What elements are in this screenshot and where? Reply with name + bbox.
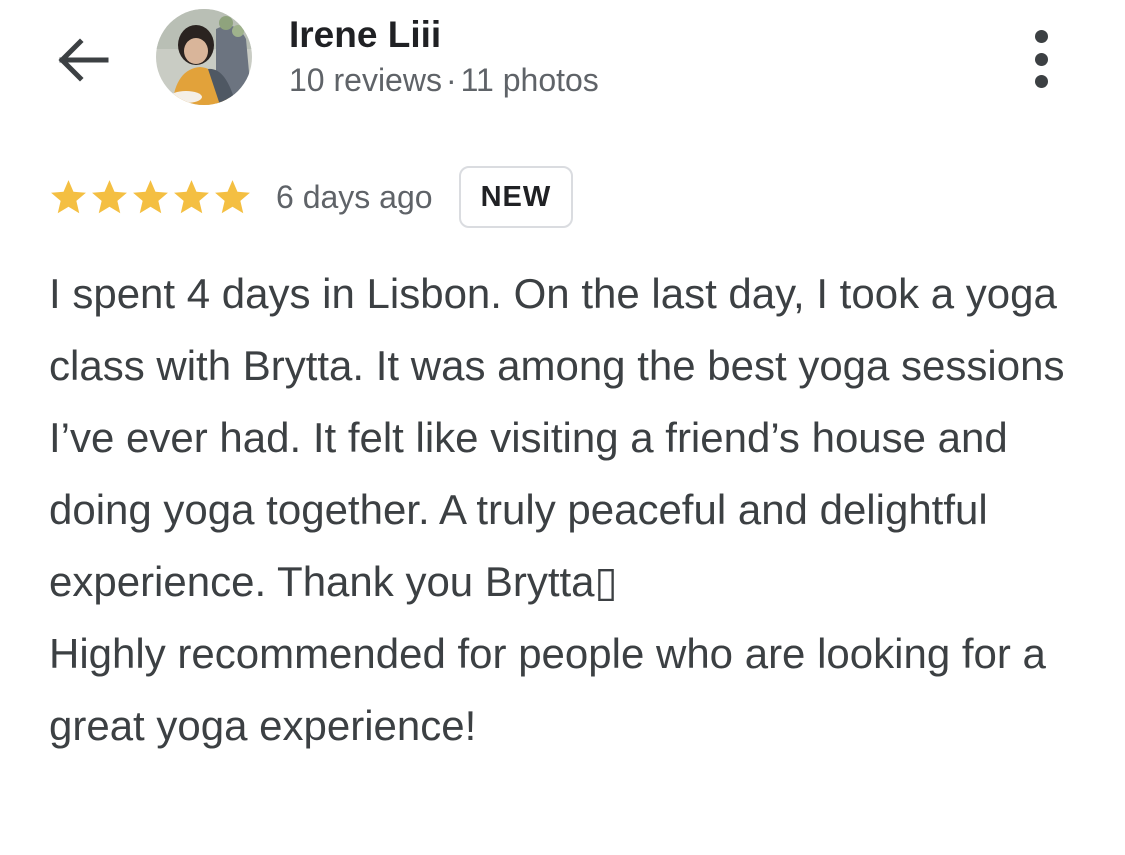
meta-separator: ·	[445, 62, 457, 98]
photo-count: 11 photos	[460, 62, 599, 98]
reviewer-meta: 10 reviews · 11 photos	[289, 62, 599, 99]
star-icon	[51, 179, 86, 213]
reviewer-name[interactable]: Irene Liii	[289, 14, 441, 56]
star-icon	[133, 179, 168, 213]
review-header: Irene Liii 10 reviews · 11 photos	[0, 0, 1125, 130]
arrow-back-icon	[58, 38, 109, 82]
more-vert-icon	[1034, 30, 1048, 43]
review-text: I spent 4 days in Lisbon. On the last da…	[49, 258, 1089, 762]
back-button[interactable]	[54, 30, 114, 90]
review-paragraph: Highly recommended for people who are lo…	[49, 630, 1058, 749]
rating-row: 6 days ago NEW	[48, 164, 574, 230]
star-rating	[48, 177, 253, 218]
star-icon	[92, 179, 127, 213]
review-paragraph: I spent 4 days in Lisbon. On the last da…	[49, 270, 1077, 605]
star-icon	[215, 179, 250, 213]
review-count: 10 reviews	[289, 62, 442, 98]
review-date: 6 days ago	[276, 178, 433, 215]
star-icon	[174, 179, 209, 213]
profile-photo	[156, 9, 252, 105]
new-badge: NEW	[458, 166, 574, 228]
avatar[interactable]	[156, 9, 252, 105]
more-options-button[interactable]	[1016, 30, 1066, 88]
